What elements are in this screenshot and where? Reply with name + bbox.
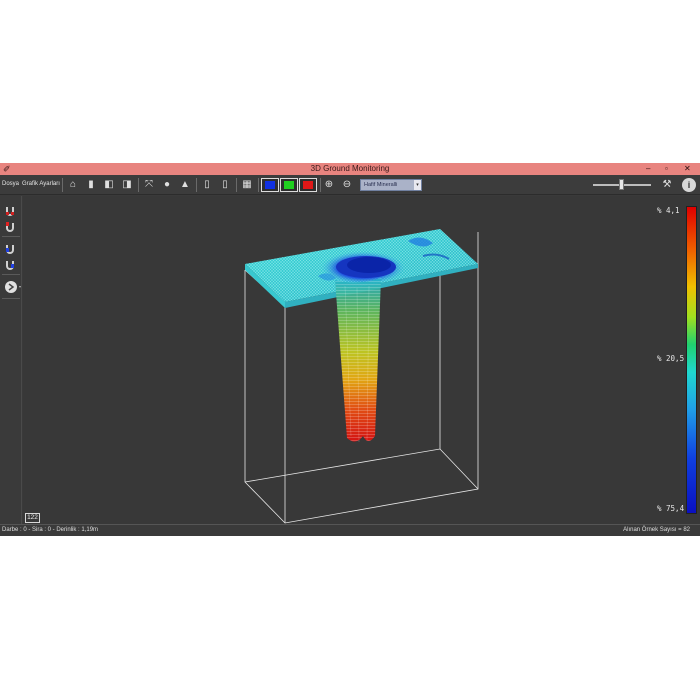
settings-tools-icon[interactable]: ⚒ — [660, 178, 674, 192]
close-button[interactable]: ✕ — [684, 163, 691, 175]
panel-divider — [2, 298, 20, 299]
grid-icon[interactable]: ▦ — [240, 178, 254, 192]
info-icon[interactable]: i — [682, 178, 696, 192]
toolbar-divider — [62, 178, 63, 192]
window-title: 3D Ground Monitoring — [310, 164, 390, 173]
legend-label-bottom: % 75,4 — [657, 504, 685, 513]
material-type-select[interactable]: Hafif Mineralli ▾ — [360, 179, 422, 191]
toolbar-divider — [320, 178, 321, 192]
rotate-icon[interactable]: ⤧ — [142, 178, 156, 192]
magnet-red-icon[interactable] — [4, 204, 16, 216]
toolbar-divider — [258, 178, 259, 192]
legend-color-scale — [686, 206, 697, 514]
zoom-out-icon[interactable]: ⊖ — [340, 178, 354, 192]
view-front-icon[interactable]: ▮ — [84, 178, 98, 192]
view-top-icon[interactable]: ◨ — [120, 178, 134, 192]
zoom-in-icon[interactable]: ⊕ — [322, 178, 336, 192]
red-color-button[interactable] — [299, 178, 317, 192]
anomaly-plume — [335, 278, 381, 443]
view-side-icon[interactable]: ◧ — [102, 178, 116, 192]
left-tool-panel — [0, 196, 22, 526]
menu-file[interactable]: Dosya — [2, 179, 19, 189]
forward-circle-icon[interactable] — [4, 280, 21, 294]
3d-viewport[interactable] — [23, 196, 700, 526]
application-window: ✐ 3D Ground Monitoring – ▫ ✕ Dosya Grafi… — [0, 163, 700, 536]
magnet-blue-icon[interactable] — [4, 242, 16, 254]
green-color-button[interactable] — [280, 178, 298, 192]
menu-graph-settings[interactable]: Grafik Ayarları — [22, 179, 60, 189]
material-select-value: Hafif Mineralli — [364, 182, 398, 188]
export-icon[interactable]: ▯ — [218, 178, 232, 192]
pyramid-icon[interactable]: ▲ — [178, 178, 192, 192]
panel-divider — [2, 274, 20, 275]
drop-icon[interactable]: ● — [160, 178, 174, 192]
status-bar: Darbe : 0 - Sira : 0 - Derinlik : 1,19m … — [0, 524, 700, 536]
legend-label-top: % 4,1 — [657, 206, 680, 215]
magnet-blue-alt-icon[interactable] — [4, 258, 16, 270]
blue-color-button[interactable] — [261, 178, 279, 192]
toolbar: Dosya Grafik Ayarları ⌂ ▮ ◧ ◨ ⤧ ● ▲ ▯ ▯ … — [0, 175, 700, 195]
frame-counter: 122 — [25, 513, 40, 523]
title-bar: ✐ 3D Ground Monitoring – ▫ ✕ — [0, 163, 700, 175]
status-sample-count: Alınan Örnek Sayısı = 82 — [623, 527, 690, 533]
toolbar-divider — [138, 178, 139, 192]
status-position-info: Darbe : 0 - Sira : 0 - Derinlik : 1,19m — [2, 527, 99, 533]
maximize-button[interactable]: ▫ — [665, 163, 668, 175]
toolbar-divider — [236, 178, 237, 192]
toolbar-divider — [196, 178, 197, 192]
home-view-icon[interactable]: ⌂ — [66, 178, 80, 192]
magnet-red-alt-icon[interactable] — [4, 220, 16, 232]
chevron-down-icon[interactable]: ▾ — [414, 180, 421, 190]
zoom-slider-thumb[interactable] — [619, 179, 624, 190]
legend-label-middle: % 20,5 — [657, 354, 685, 363]
document-icon[interactable]: ▯ — [200, 178, 214, 192]
3d-model-canvas[interactable] — [23, 196, 700, 526]
minimize-button[interactable]: – — [646, 163, 650, 175]
panel-divider — [2, 236, 20, 237]
